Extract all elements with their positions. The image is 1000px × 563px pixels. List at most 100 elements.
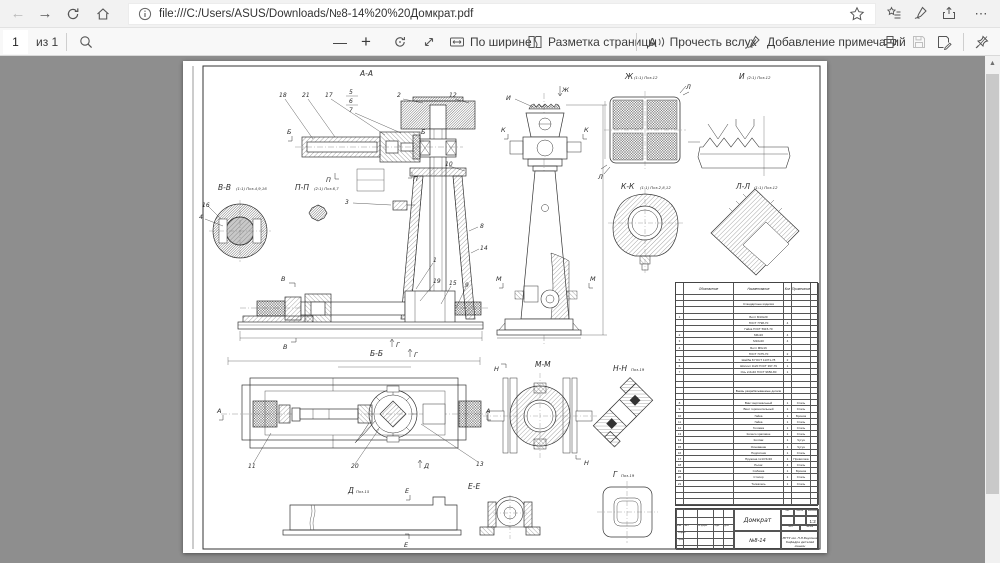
favorites-hub-icon[interactable] [886,5,904,23]
view-n-n: Н-Н Поз.19 [588,364,657,447]
svg-text:7: 7 [349,107,353,114]
web-note-pen-icon[interactable] [913,5,931,23]
svg-text:Л: Л [597,173,603,181]
svg-text:Н: Н [584,459,589,467]
refresh-icon[interactable] [60,0,86,27]
share-glyph [941,5,957,21]
page-layout-button[interactable]: Разметка страницы [527,28,657,56]
toolbar-separator [66,33,67,51]
refresh-glyph [65,6,81,22]
spec-header-cell: Кол [784,283,792,295]
svg-text:16: 16 [202,202,210,209]
view-b-b: Б-Б [221,349,488,464]
svg-text:Д: Д [423,462,429,470]
rotate-button[interactable] [392,28,408,56]
razrab-label: Разраб. [678,532,686,534]
share-icon[interactable] [941,5,959,23]
spec-header-cell: Наименование [734,283,784,295]
svg-text:5: 5 [349,89,353,96]
lit-value [781,516,794,525]
spec-table-body: Стандартные изделия1Болт М10х20ГОСТ 7798… [676,295,817,505]
page-number-input[interactable]: 1 [3,30,28,54]
svg-text:11: 11 [248,463,256,470]
svg-text:(1:1) Поз.12: (1:1) Поз.12 [634,75,658,80]
forward-icon[interactable]: → [32,0,58,27]
svg-text:Л-Л: Л-Л [735,182,750,191]
scroll-up-icon[interactable]: ▲ [985,56,1000,72]
svg-text:Л: Л [685,83,691,91]
read-aloud-label: Прочесть вслух [670,35,757,49]
favorite-star-icon[interactable] [849,6,865,22]
more-menu-icon[interactable]: ⋯ [968,0,994,27]
print-button[interactable] [882,28,898,56]
svg-text:(1:1) Поз.2,8,12: (1:1) Поз.2,8,12 [640,185,671,190]
org-line2: Кафедра деталей машин [782,540,818,548]
url-text[interactable]: file:///C:/Users/ASUS/Downloads/№8-14%20… [159,8,839,20]
spec-header-cell: Примечание [792,283,811,295]
svg-text:К: К [501,126,506,134]
save-button[interactable] [911,28,927,56]
fullscreen-button[interactable] [421,28,437,56]
fit-width-icon [449,34,465,50]
podp-label: Подп. [714,525,720,527]
list-label: Лист [684,525,689,527]
svg-text:М: М [496,275,502,283]
svg-text:Н-Н: Н-Н [613,364,627,373]
spec-cell [676,499,684,505]
read-aloud-icon: А [648,35,657,50]
spec-cell [684,499,734,505]
address-bar[interactable]: file:///C:/Users/ASUS/Downloads/№8-14%20… [128,3,876,25]
svg-text:Б: Б [421,128,426,136]
view-zh: Ж (1:1) Поз.12 [601,72,689,174]
svg-text:Б-Б: Б-Б [370,349,383,358]
svg-text:1: 1 [433,257,437,264]
read-aloud-button[interactable]: А Прочесть вслух [648,28,757,56]
svg-text:А-А: А-А [359,69,373,78]
back-icon[interactable]: ← [5,0,31,27]
pen-glyph [913,5,929,21]
svg-text:П: П [413,175,418,183]
scrollbar-thumb[interactable] [986,74,999,494]
organization-cell: МГТУ им. Н.Э.Баумана Кафедра деталей маш… [781,531,819,550]
title-block: Изм. Лист № докум. Подп. Дата Разраб. Пр… [675,508,818,549]
home-glyph [95,6,111,22]
page-layout-label: Разметка страницы [548,35,657,49]
vertical-scrollbar[interactable]: ▲ [985,56,1000,563]
save-icon [911,34,927,50]
zoom-out-button[interactable]: — [333,28,347,56]
prov-label: Пров. [678,539,684,541]
spec-cell [811,499,819,505]
svg-text:К-К: К-К [621,182,635,191]
view-a-a: А-А [238,69,488,341]
mass-label: Масса [794,509,807,516]
doc-label: № докум. [698,525,708,527]
svg-text:Ж: Ж [624,72,634,81]
view-g: Г Поз.19 [597,470,658,543]
page-info-icon[interactable] [137,6,153,22]
spec-cell [792,499,811,505]
svg-text:2: 2 [397,92,401,99]
pdf-toolbar: 1 из 1 — + По ширине Разметка страницы А… [0,28,1000,56]
fit-width-button[interactable]: По ширине [449,28,532,56]
spec-table-header: ОбозначениеНаименованиеКолПримечание [676,283,817,295]
title-block-revision-grid: Изм. Лист № докум. Подп. Дата Разраб. Пр… [676,509,734,550]
search-button[interactable] [78,28,94,56]
zoom-in-button[interactable]: + [361,28,371,56]
page-layout-icon [527,34,543,50]
svg-text:17: 17 [325,92,333,99]
unpin-toolbar-button[interactable] [974,28,990,56]
home-icon[interactable] [90,0,116,27]
mass-value [794,516,807,525]
svg-text:14: 14 [480,245,488,252]
drawing-title: Домкрат [734,509,781,531]
spec-header-cell [676,283,684,295]
svg-text:П-П: П-П [295,183,309,192]
svg-text:И: И [739,72,745,81]
svg-text:(1:1) Поз.12: (1:1) Поз.12 [754,185,778,190]
save-as-button[interactable] [936,28,952,56]
scale-value: 1:2 [806,516,819,525]
view-i: И (2:1) Поз.12 [688,72,790,176]
zoom-out-icon: — [333,34,347,50]
view-e-e: Е-Е [468,482,540,539]
svg-text:12: 12 [449,92,457,99]
